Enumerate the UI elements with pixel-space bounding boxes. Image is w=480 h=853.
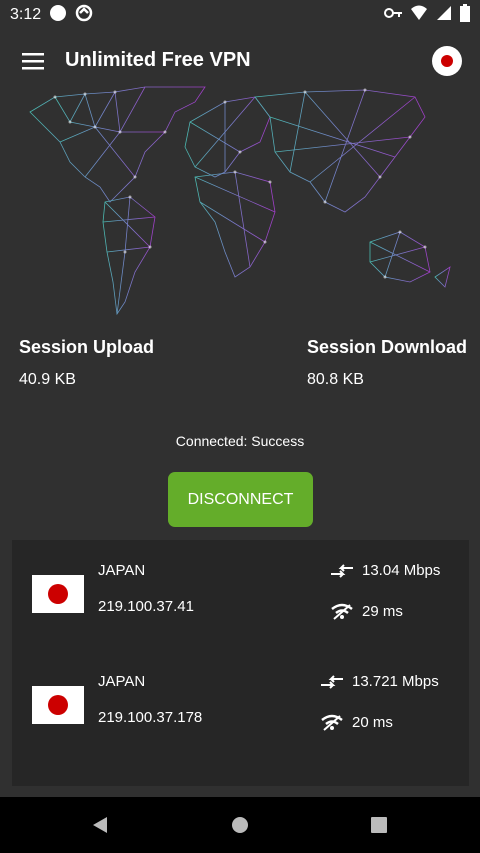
status-bar: 3:12 bbox=[0, 0, 480, 30]
battery-icon bbox=[460, 3, 470, 27]
server-ping: 29 ms bbox=[330, 602, 403, 620]
server-speed-value: 13.04 Mbps bbox=[362, 562, 441, 579]
menu-button[interactable] bbox=[20, 49, 46, 73]
session-upload-value: 40.9 KB bbox=[19, 371, 76, 388]
status-time: 3:12 bbox=[10, 6, 42, 23]
server-speed-value: 13.721 Mbps bbox=[352, 673, 439, 690]
japan-flag-icon bbox=[441, 55, 453, 67]
server-country: JAPAN bbox=[98, 673, 146, 690]
back-button[interactable] bbox=[90, 815, 110, 840]
japan-flag-icon bbox=[32, 575, 84, 613]
wifi-ping-icon bbox=[321, 714, 343, 731]
disconnect-button[interactable]: DISCONNECT bbox=[168, 472, 313, 527]
server-speed: 13.04 Mbps bbox=[330, 562, 440, 579]
session-upload-label: Session Upload bbox=[19, 337, 155, 357]
server-ip: 219.100.37.41 bbox=[98, 598, 194, 615]
server-ping-value: 20 ms bbox=[352, 713, 393, 731]
notification-dot-icon bbox=[49, 4, 67, 27]
recents-button[interactable] bbox=[369, 815, 389, 840]
back-triangle-icon bbox=[93, 817, 107, 833]
vpn-key-icon bbox=[384, 6, 402, 24]
server-list: JAPAN 219.100.37.41 13.04 Mbps 29 ms JAP… bbox=[12, 540, 469, 786]
server-ip: 219.100.37.178 bbox=[98, 709, 203, 726]
server-item[interactable]: JAPAN 219.100.37.178 13.721 Mbps 20 ms bbox=[12, 666, 469, 766]
country-flag-button[interactable] bbox=[432, 46, 462, 76]
wifi-ping-icon bbox=[331, 603, 353, 620]
server-country: JAPAN bbox=[98, 562, 146, 579]
server-ping: 20 ms bbox=[320, 713, 393, 731]
cell-signal-icon bbox=[436, 5, 452, 26]
transfer-arrows-icon bbox=[331, 563, 353, 578]
connection-status: Connected: Success bbox=[175, 433, 305, 449]
server-speed: 13.721 Mbps bbox=[320, 673, 439, 690]
home-button[interactable] bbox=[230, 815, 250, 840]
recents-square-icon bbox=[371, 817, 387, 833]
home-circle-icon bbox=[232, 817, 248, 833]
server-item[interactable]: JAPAN 219.100.37.41 13.04 Mbps 29 ms bbox=[12, 555, 469, 655]
app-title: Unlimited Free VPN bbox=[65, 49, 251, 71]
server-ping-value: 29 ms bbox=[362, 602, 403, 620]
world-map-illustration bbox=[29, 86, 451, 316]
hamburger-menu-icon bbox=[22, 53, 44, 70]
transfer-arrows-icon bbox=[321, 674, 343, 689]
wifi-icon bbox=[410, 5, 428, 26]
system-navigation-bar bbox=[0, 797, 480, 853]
sync-icon bbox=[75, 4, 93, 27]
japan-flag-icon bbox=[32, 686, 84, 724]
session-download-label: Session Download bbox=[307, 337, 468, 357]
session-download-value: 80.8 KB bbox=[307, 371, 364, 388]
